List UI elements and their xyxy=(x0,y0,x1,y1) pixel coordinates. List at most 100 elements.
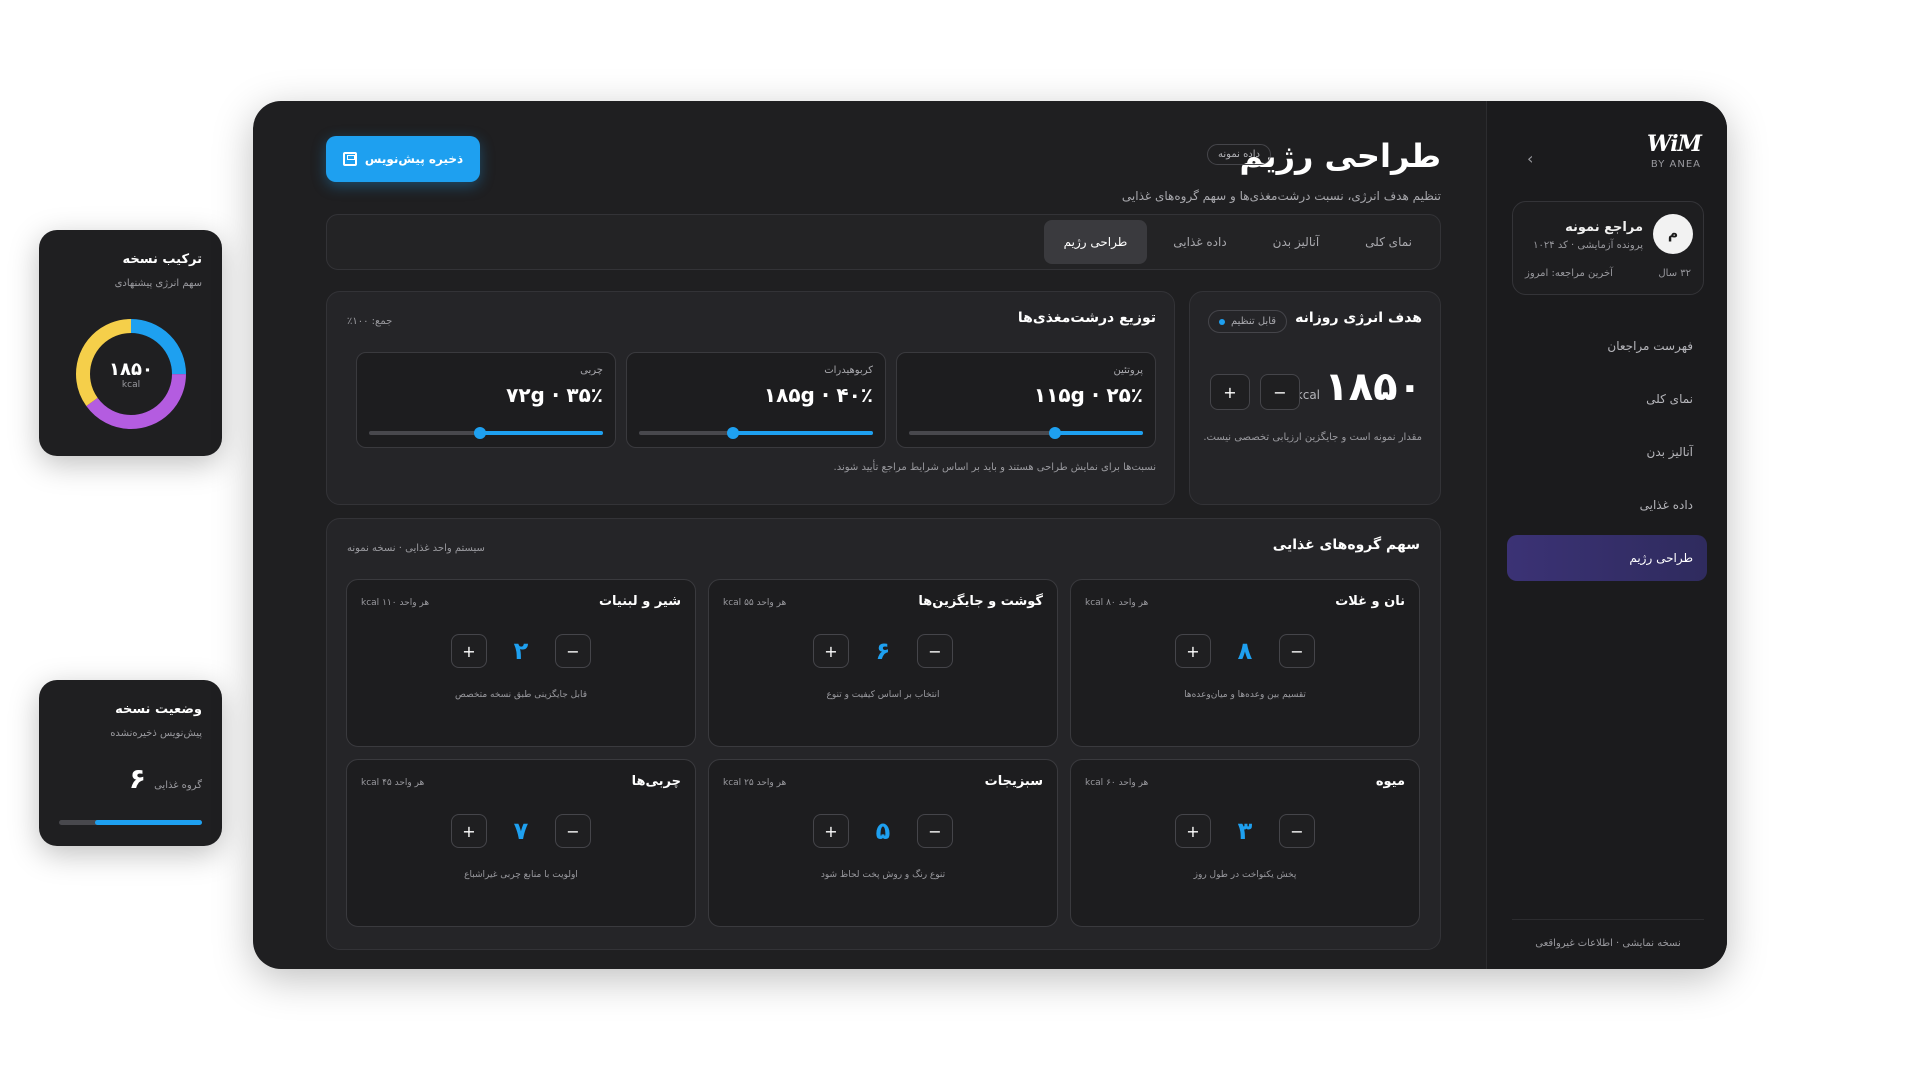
donut-unit: kcal xyxy=(121,379,141,390)
macro-slider[interactable] xyxy=(369,427,603,439)
food-group-stepper: − ۸ + xyxy=(1175,634,1315,668)
food-group-dairy: شیر و لبنیات هر واحد ۱۱۰ kcal − ۲ + قابل… xyxy=(346,579,696,747)
food-group-name: میوه xyxy=(1375,774,1405,789)
sidebar-item-diet-design[interactable]: طراحی رژیم xyxy=(1507,535,1707,581)
tab-food-data[interactable]: داده غذایی xyxy=(1153,220,1246,264)
macro-label: کربوهیدرات xyxy=(824,365,873,376)
food-group-grains: نان و غلات هر واحد ۸۰ kcal − ۸ + تقسیم ب… xyxy=(1070,579,1420,747)
chevron-right-icon[interactable]: › xyxy=(1527,149,1533,168)
logo-mark: WiM xyxy=(1646,131,1702,157)
macro-label: چربی xyxy=(580,365,603,376)
food-group-desc: پخش یکنواخت در طول روز xyxy=(1193,870,1297,880)
sample-data-badge: داده نمونه xyxy=(1207,144,1271,165)
slider-thumb[interactable] xyxy=(726,427,739,439)
food-group-vegetables: سبزیجات هر واحد ۲۵ kcal − ۵ + تنوع رنگ و… xyxy=(708,759,1058,927)
food-group-count: ۳ xyxy=(1237,817,1253,845)
macro-value: ۱۱۵g · ۲۵٪ xyxy=(1033,383,1143,407)
macro-slider[interactable] xyxy=(639,427,873,439)
food-group-stepper: − ۵ + xyxy=(813,814,953,848)
food-groups-grid: نان و غلات هر واحد ۸۰ kcal − ۸ + تقسیم ب… xyxy=(345,579,1420,927)
status-count: ۶ xyxy=(128,762,146,795)
adjustable-badge: قابل تنظیم xyxy=(1208,310,1288,333)
food-group-count: ۲ xyxy=(513,637,529,665)
macro-fat: چربی ۷۲g · ۳۵٪ xyxy=(356,352,616,448)
increase-button[interactable]: + xyxy=(813,634,849,668)
food-group-count: ۸ xyxy=(1237,637,1253,665)
food-group-count: ۶ xyxy=(875,637,891,665)
client-file: پرونده آزمایشی · کد ۱۰۲۴ xyxy=(1533,240,1643,251)
food-group-stepper: − ۶ + xyxy=(813,634,953,668)
macro-protein: پروتئین ۱۱۵g · ۲۵٪ xyxy=(896,352,1156,448)
energy-increase-button[interactable]: + xyxy=(1210,374,1250,410)
page-subtitle: تنظیم هدف انرژی، نسبت درشت‌مغذی‌ها و سهم… xyxy=(1121,189,1441,203)
food-group-desc: قابل جایگزینی طبق نسخه متخصص xyxy=(454,690,587,700)
logo-subtitle: BY ANEA xyxy=(1650,159,1701,170)
client-age: ۳۲ سال xyxy=(1658,268,1691,279)
food-group-stepper: − ۳ + xyxy=(1175,814,1315,848)
food-group-unit: هر واحد ۴۵ kcal xyxy=(361,778,425,788)
donut-center: ۱۸۵۰ kcal xyxy=(71,314,191,434)
sidebar-item-clients[interactable]: فهرست مراجعان xyxy=(1507,323,1707,369)
food-group-stepper: − ۲ + xyxy=(451,634,591,668)
energy-note: مقدار نمونه است و جایگزین ارزیابی تخصصی … xyxy=(1203,432,1422,443)
food-group-name: شیر و لبنیات xyxy=(598,594,681,609)
food-group-fruit: میوه هر واحد ۶۰ kcal − ۳ + پخش یکنواخت د… xyxy=(1070,759,1420,927)
food-groups-subtitle: سیستم واحد غذایی · نسخه نمونه xyxy=(347,543,485,554)
donut-value: ۱۸۵۰ xyxy=(109,358,153,380)
decrease-button[interactable]: − xyxy=(1279,634,1315,668)
status-card: وضعیت نسخه پیش‌نویس ذخیره‌نشده ۶ گروه غذ… xyxy=(39,680,222,846)
food-group-desc: انتخاب بر اساس کیفیت و تنوع xyxy=(826,690,940,700)
slider-fill xyxy=(480,431,603,435)
decrease-button[interactable]: − xyxy=(917,634,953,668)
main-content: طراحی رژیم داده نمونه تنظیم هدف انرژی، ن… xyxy=(326,101,1441,969)
decrease-button[interactable]: − xyxy=(917,814,953,848)
food-group-stepper: − ۷ + xyxy=(451,814,591,848)
macro-slider[interactable] xyxy=(909,427,1143,439)
slider-fill xyxy=(1055,431,1143,435)
sidebar-item-body-analysis[interactable]: آنالیز بدن xyxy=(1507,429,1707,475)
food-group-fats: چربی‌ها هر واحد ۴۵ kcal − ۷ + اولویت با … xyxy=(346,759,696,927)
client-last-visit: آخرین مراجعه: امروز xyxy=(1525,268,1613,279)
status-dot-icon xyxy=(1219,318,1225,325)
decrease-button[interactable]: − xyxy=(555,634,591,668)
increase-button[interactable]: + xyxy=(451,814,487,848)
macro-label: پروتئین xyxy=(1113,365,1143,376)
food-group-unit: هر واحد ۶۰ kcal xyxy=(1085,778,1149,788)
save-icon xyxy=(342,152,357,166)
macro-carbs: کربوهیدرات ۱۸۵g · ۴۰٪ xyxy=(626,352,886,448)
increase-button[interactable]: + xyxy=(1175,814,1211,848)
tab-body-analysis[interactable]: آنالیز بدن xyxy=(1253,220,1340,264)
client-card[interactable]: م مراجع نمونه پرونده آزمایشی · کد ۱۰۲۴ ۳… xyxy=(1512,201,1704,295)
increase-button[interactable]: + xyxy=(813,814,849,848)
slider-thumb[interactable] xyxy=(474,427,487,439)
energy-card: هدف انرژی روزانه قابل تنظیم ۱۸۵۰ kcal − … xyxy=(1189,291,1441,505)
tab-diet-design[interactable]: طراحی رژیم xyxy=(1043,220,1148,264)
tab-overview[interactable]: نمای کلی xyxy=(1345,220,1432,264)
increase-button[interactable]: + xyxy=(1175,634,1211,668)
energy-decrease-button[interactable]: − xyxy=(1260,374,1300,410)
adjustable-label: قابل تنظیم xyxy=(1231,316,1277,327)
app-window: WiM BY ANEA › م مراجع نمونه پرونده آزمای… xyxy=(253,101,1727,969)
food-group-unit: هر واحد ۱۱۰ kcal xyxy=(361,598,430,608)
avatar: م xyxy=(1653,214,1693,254)
food-group-unit: هر واحد ۵۵ kcal xyxy=(723,598,787,608)
food-group-unit: هر واحد ۲۵ kcal xyxy=(723,778,787,788)
decrease-button[interactable]: − xyxy=(555,814,591,848)
mix-card: ترکیب نسخه سهم انرژی پیشنهادی ۱۸۵۰ kcal xyxy=(39,230,222,456)
sidebar-item-food-data[interactable]: داده غذایی xyxy=(1507,482,1707,528)
decrease-button[interactable]: − xyxy=(1279,814,1315,848)
logo: WiM BY ANEA xyxy=(1646,131,1702,170)
sidebar-footer: نسخه نمایشی · اطلاعات غیرواقعی xyxy=(1512,919,1704,949)
status-card-subtitle: پیش‌نویس ذخیره‌نشده xyxy=(110,728,202,739)
sidebar-item-overview[interactable]: نمای کلی xyxy=(1507,376,1707,422)
status-progress-bar xyxy=(59,820,202,825)
slider-thumb[interactable] xyxy=(1049,427,1062,439)
client-name: مراجع نمونه xyxy=(1565,220,1643,235)
food-group-count: ۷ xyxy=(513,817,529,845)
increase-button[interactable]: + xyxy=(451,634,487,668)
macro-total: جمع: ۱۰۰٪ xyxy=(347,316,393,327)
sidebar-nav: فهرست مراجعان نمای کلی آنالیز بدن داده غ… xyxy=(1507,323,1707,588)
status-count-label: گروه غذایی xyxy=(154,780,202,791)
save-draft-button[interactable]: ذخیره پیش‌نویس xyxy=(326,136,480,182)
food-groups-title: سهم گروه‌های غذایی xyxy=(1272,537,1420,553)
